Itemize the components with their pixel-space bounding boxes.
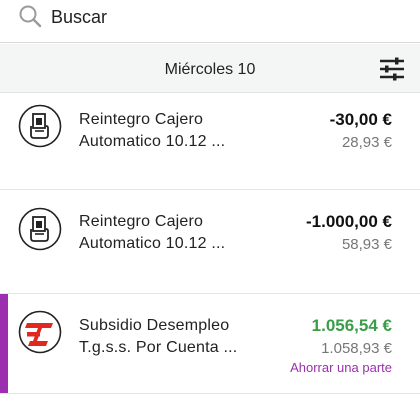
transaction-title-line2: T.g.s.s. Por Cuenta ... [79, 339, 238, 356]
highlight-bar [0, 294, 8, 393]
save-part-link[interactable]: Ahorrar una parte [290, 360, 392, 375]
transaction-row[interactable]: Subsidio Desempleo T.g.s.s. Por Cuenta .… [0, 294, 420, 394]
search-input[interactable] [51, 2, 391, 32]
transaction-title-line1: Reintegro Cajero [79, 111, 204, 128]
transaction-balance: 58,93 € [341, 236, 392, 253]
date-header: Miércoles 10 [0, 44, 420, 93]
bank-logo-icon [18, 310, 62, 354]
transaction-amount: -30,00 € [329, 110, 392, 129]
sliders-icon[interactable] [378, 57, 406, 81]
transaction-balance: 28,93 € [341, 134, 392, 151]
transaction-amount: -1.000,00 € [305, 212, 392, 231]
atm-withdrawal-icon [18, 207, 62, 251]
date-label: Miércoles 10 [164, 61, 256, 78]
transaction-amount: 1.056,54 € [311, 316, 392, 335]
transaction-row[interactable]: Reintegro Cajero Automatico 10.12 ... -3… [0, 94, 420, 190]
transaction-title-line1: Subsidio Desempleo [79, 317, 230, 334]
transaction-balance: 1.058,93 € [321, 340, 392, 357]
transaction-title: Reintegro Cajero Automatico 10.12 ... [79, 109, 264, 153]
search-bar [0, 0, 420, 43]
transaction-title-line2: Automatico 10.12 ... [79, 133, 226, 150]
transaction-title: Subsidio Desempleo T.g.s.s. Por Cuenta .… [79, 315, 264, 359]
transaction-title-line2: Automatico 10.12 ... [79, 235, 226, 252]
search-icon[interactable] [18, 4, 42, 28]
transaction-row[interactable]: Reintegro Cajero Automatico 10.12 ... -1… [0, 190, 420, 294]
transaction-title: Reintegro Cajero Automatico 10.12 ... [79, 211, 264, 255]
atm-withdrawal-icon [18, 104, 62, 148]
transaction-title-line1: Reintegro Cajero [79, 213, 204, 230]
